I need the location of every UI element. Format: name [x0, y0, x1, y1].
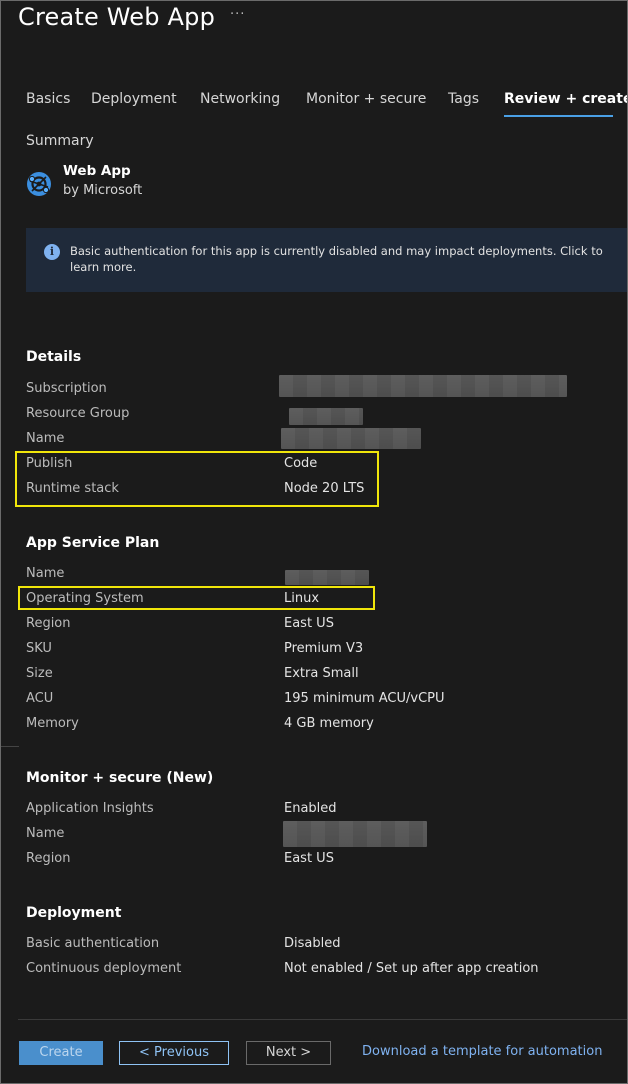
app-insights-label: Application Insights: [26, 801, 154, 816]
summary-heading: Summary: [26, 133, 94, 149]
divider: [1, 746, 19, 747]
product-name: Web App: [63, 163, 131, 179]
insights-name-label: Name: [26, 826, 65, 841]
size-label: Size: [26, 666, 53, 681]
download-template-link[interactable]: Download a template for automation: [362, 1044, 602, 1059]
next-button[interactable]: Next >: [246, 1041, 331, 1065]
resource-group-value-redacted: [289, 408, 363, 425]
active-tab-indicator: [504, 115, 613, 117]
tab-basics[interactable]: Basics: [26, 91, 70, 107]
footer-divider: [18, 1019, 627, 1020]
info-banner-text[interactable]: Basic authentication for this app is cur…: [70, 243, 605, 275]
size-value: Extra Small: [284, 666, 359, 681]
details-heading: Details: [26, 349, 82, 365]
plan-region-label: Region: [26, 616, 71, 631]
sku-label: SKU: [26, 641, 52, 656]
continuous-deployment-label: Continuous deployment: [26, 961, 182, 976]
app-service-plan-heading: App Service Plan: [26, 535, 160, 551]
continuous-deployment-value: Not enabled / Set up after app creation: [284, 961, 539, 976]
basic-auth-value: Disabled: [284, 936, 341, 951]
insights-name-value-redacted: [283, 821, 427, 847]
page-title: Create Web App: [18, 3, 216, 31]
name-value-redacted: [281, 428, 421, 449]
insights-region-value: East US: [284, 851, 334, 866]
sku-value: Premium V3: [284, 641, 364, 656]
basic-auth-label: Basic authentication: [26, 936, 160, 951]
plan-name-label: Name: [26, 566, 65, 581]
insights-region-label: Region: [26, 851, 71, 866]
tab-networking[interactable]: Networking: [200, 91, 280, 107]
memory-label: Memory: [26, 716, 79, 731]
name-label: Name: [26, 431, 65, 446]
subscription-label: Subscription: [26, 381, 107, 396]
resource-group-label: Resource Group: [26, 406, 130, 421]
publish-runtime-highlight: [15, 451, 379, 507]
product-publisher: by Microsoft: [63, 183, 143, 198]
create-button[interactable]: Create: [19, 1041, 103, 1065]
tab-deployment[interactable]: Deployment: [91, 91, 177, 107]
create-web-app-blade: Create Web App ··· Basics Deployment Net…: [0, 0, 628, 1084]
operating-system-highlight: [18, 586, 375, 610]
tab-monitor-secure[interactable]: Monitor + secure: [306, 91, 426, 107]
info-banner[interactable]: i Basic authentication for this app is c…: [26, 228, 627, 292]
previous-button[interactable]: < Previous: [119, 1041, 229, 1065]
info-icon: i: [44, 244, 60, 260]
acu-label: ACU: [26, 691, 54, 706]
subscription-value-redacted: [279, 375, 567, 397]
plan-region-value: East US: [284, 616, 334, 631]
web-app-icon: [27, 172, 51, 196]
deployment-heading: Deployment: [26, 905, 122, 921]
tab-tags[interactable]: Tags: [448, 91, 479, 107]
memory-value: 4 GB memory: [284, 716, 374, 731]
acu-value: 195 minimum ACU/vCPU: [284, 691, 445, 706]
plan-name-value-redacted: [285, 570, 369, 585]
app-insights-value: Enabled: [284, 801, 337, 816]
monitor-secure-heading: Monitor + secure (New): [26, 770, 214, 786]
tab-review-create[interactable]: Review + create: [504, 91, 627, 107]
more-options-button[interactable]: ···: [230, 7, 245, 22]
